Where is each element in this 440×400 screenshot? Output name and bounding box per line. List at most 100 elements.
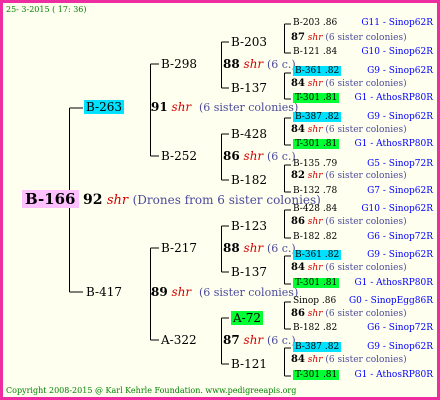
gen3-num: 84 — [291, 124, 305, 135]
gen4-lineage: G1 - AthosRP80R — [354, 278, 433, 288]
gen4-label: B-361 — [295, 250, 322, 260]
root-queen-label: B-166 — [22, 190, 79, 208]
gen3-note: (6 sister colonies) — [325, 125, 407, 135]
gen2-drone-info: 86 shr (6 c.) — [223, 150, 296, 162]
gen2-drone-info: 87 shr (6 c.) — [223, 334, 296, 346]
gen3-drone-info: 84 shr (6 sister colonies) — [291, 125, 407, 135]
gen1-num: 89 — [151, 285, 168, 299]
gen4-queen: B-182 .82 — [293, 233, 337, 242]
gen4-lineage: G10 - Sinop62R — [361, 204, 433, 214]
gen4-label-box: T-301 .81 — [293, 93, 340, 103]
gen1-shr: shr — [171, 285, 192, 299]
gen4-queen: T-301 .81 — [293, 139, 340, 149]
gen4-label-box: T-301 .81 — [293, 139, 340, 149]
gen3-shr: shr — [307, 217, 323, 227]
gen3-drone-info: 86 shr (6 sister colonies) — [291, 309, 407, 319]
gen3-shr: shr — [307, 309, 323, 319]
gen4-label-box: T-301 .81 — [293, 278, 340, 288]
gen3-drone-info: 84 shr (6 sister colonies) — [291, 355, 407, 365]
gen1-note: (6 sister colonies) — [198, 101, 299, 114]
gen3-shr: shr — [307, 125, 323, 135]
gen3-label: B-121 — [231, 357, 267, 371]
gen4-lineage: G6 - Sinop72R — [367, 232, 433, 242]
gen4-lineage: G6 - Sinop72R — [367, 323, 433, 333]
gen2-label: B-298 — [161, 57, 197, 71]
gen3-shr: shr — [307, 79, 323, 89]
gen1-shr: shr — [171, 100, 192, 114]
gen3-label: B-137 — [231, 81, 267, 95]
gen3-drone-info: 86 shr (6 sister colonies) — [291, 217, 407, 227]
gen4-value: .81 — [322, 93, 338, 103]
gen4-label-box: B-387 .82 — [293, 342, 342, 352]
gen2-num: 88 — [223, 241, 240, 255]
gen4-queen: B-387 .82 — [293, 342, 342, 352]
gen3-shr: shr — [307, 171, 323, 181]
gen3-drone-info: 87 shr (6 sister colonies) — [291, 33, 407, 43]
gen3-note: (6 sister colonies) — [325, 217, 407, 227]
gen1-drone-info: 89 shr (6 sister colonies) — [151, 286, 298, 298]
gen4-queen: B-387 .82 — [293, 112, 342, 122]
gen4-label: T-301 — [295, 370, 321, 380]
gen3-num: 82 — [291, 170, 305, 181]
gen2-shr: shr — [243, 57, 264, 71]
gen4-lineage: G10 - Sinop62R — [361, 47, 433, 57]
gen3-drone-info: 84 shr (6 sister colonies) — [291, 263, 407, 273]
gen4-value: .79 — [322, 159, 338, 169]
gen4-label: B-203 — [293, 18, 320, 28]
gen4-queen: T-301 .81 — [293, 93, 340, 103]
gen4-label: B-135 — [293, 159, 320, 169]
gen3-num: 86 — [291, 216, 305, 227]
gen4-value: .84 — [322, 204, 338, 214]
gen3-drone-info: 82 shr (6 sister colonies) — [291, 171, 407, 181]
gen2-label: B-217 — [161, 241, 197, 255]
gen4-value: .82 — [324, 66, 340, 76]
gen3-shr: shr — [307, 263, 323, 273]
gen2-shr: shr — [243, 241, 264, 255]
gen3-label: B-182 — [231, 173, 267, 187]
gen1-label: B-263 — [84, 100, 124, 114]
gen3-drone-info: 84 shr (6 sister colonies) — [291, 79, 407, 89]
gen4-lineage: G0 - SinopEgg86R — [348, 296, 433, 306]
gen4-lineage: G1 - AthosRP80R — [354, 370, 433, 380]
gen4-lineage: G9 - Sinop62R — [367, 112, 433, 122]
gen3-note: (6 sister colonies) — [325, 263, 407, 273]
gen4-queen: B-182 .82 — [293, 324, 337, 333]
gen4-value: .81 — [322, 278, 338, 288]
gen4-value: .82 — [322, 232, 338, 242]
gen3-num: 84 — [291, 78, 305, 89]
timestamp: 25- 3-2015 ( 17: 36) — [6, 5, 87, 14]
gen1-label: B-417 — [86, 285, 122, 299]
gen1-node: B-263 — [84, 100, 124, 114]
gen4-lineage: G1 - AthosRP80R — [354, 93, 433, 103]
gen3-label: B-428 — [231, 127, 267, 141]
gen3-label: B-123 — [231, 219, 267, 233]
gen4-value: .81 — [322, 139, 338, 149]
gen4-value: .82 — [324, 250, 340, 260]
gen3-label: A-72 — [231, 311, 263, 325]
gen3-num: 84 — [291, 262, 305, 273]
copyright: Copyright 2008-2015 @ Karl Kehrle Founda… — [6, 386, 297, 395]
gen2-note: (6 c.) — [266, 242, 296, 255]
gen3-num: 84 — [291, 354, 305, 365]
gen4-label: B-361 — [295, 66, 322, 76]
gen4-label: B-387 — [295, 342, 322, 352]
gen4-queen: B-132 .78 — [293, 187, 337, 196]
gen3-note: (6 sister colonies) — [325, 171, 407, 181]
gen4-value: .82 — [324, 342, 340, 352]
pedigree-frame: { "header": "25- 3-2015 ( 17: 36)", "foo… — [0, 0, 440, 400]
gen3-label: B-203 — [231, 35, 267, 49]
gen4-label-box: B-387 .82 — [293, 112, 342, 122]
gen4-lineage: G9 - Sinop62R — [367, 250, 433, 260]
gen2-num: 88 — [223, 57, 240, 71]
gen4-lineage: G1 - AthosRP80R — [354, 139, 433, 149]
gen1-node: B-417 — [86, 286, 122, 298]
gen2-shr: shr — [243, 149, 264, 163]
gen4-label: B-387 — [295, 112, 322, 122]
gen3-note: (6 sister colonies) — [325, 33, 407, 43]
gen2-num: 86 — [223, 149, 240, 163]
gen4-queen: B-121 .84 — [293, 48, 337, 57]
gen3-note: (6 sister colonies) — [325, 79, 407, 89]
gen4-label: B-182 — [293, 232, 320, 242]
gen4-value: .82 — [322, 323, 338, 333]
gen4-value: .86 — [321, 296, 337, 306]
